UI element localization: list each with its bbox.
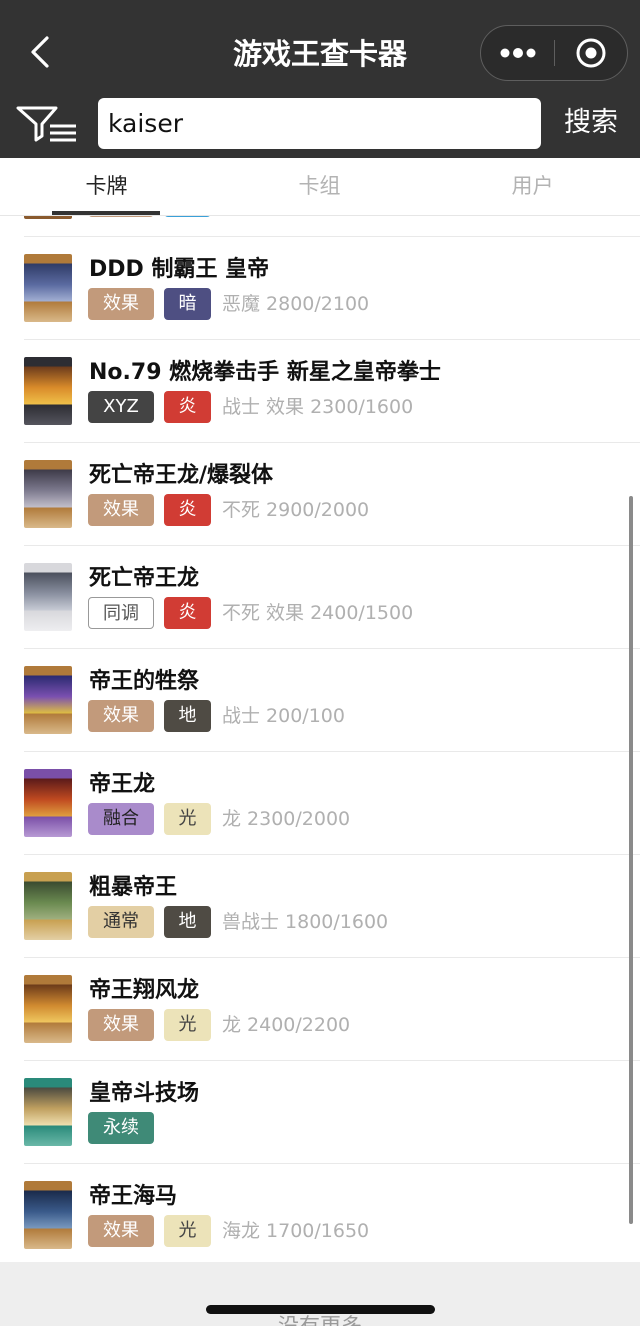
search-input[interactable]	[98, 98, 541, 149]
home-indicator[interactable]	[206, 1305, 435, 1314]
card-thumbnail	[24, 563, 72, 631]
list-item[interactable]: 帝王的牲祭 效果 地 战士 200/100	[0, 649, 640, 752]
card-info: 恶魔 2800/2100	[222, 293, 370, 315]
more-button[interactable]	[481, 26, 555, 79]
list-item[interactable]	[0, 216, 640, 237]
card-info: 不死 2900/2000	[222, 499, 370, 521]
card-attribute-tag: 炎	[164, 494, 211, 526]
card-attribute-tag: 暗	[164, 288, 211, 320]
card-type-tag: 融合	[88, 803, 154, 835]
list-item[interactable]: 帝王龙 融合 光 龙 2300/2000	[0, 752, 640, 855]
card-thumbnail	[24, 357, 72, 425]
card-thumbnail	[24, 872, 72, 940]
card-attribute-tag: 光	[164, 1215, 211, 1247]
list-footer: 没有更多	[0, 1262, 640, 1326]
card-info: 战士 效果 2300/1600	[222, 396, 414, 418]
card-name: 帝王的牲祭	[89, 669, 200, 694]
card-attribute-tag: 地	[164, 906, 211, 938]
card-type-tag: 效果	[88, 494, 154, 526]
mini-program-capsule	[480, 25, 628, 81]
card-info: 龙 2400/2200	[222, 1014, 351, 1036]
card-thumbnail	[24, 975, 72, 1043]
card-name: 死亡帝王龙	[89, 566, 200, 591]
card-type-tag: 效果	[88, 1215, 154, 1247]
card-type-tag: 永续	[88, 1112, 154, 1144]
tab-decks[interactable]: 卡组	[213, 158, 426, 215]
card-type-tag: XYZ	[88, 391, 154, 423]
card-type-tag: 效果	[88, 288, 154, 320]
card-type-tag: 通常	[88, 906, 154, 938]
card-info: 龙 2300/2000	[222, 808, 351, 830]
list-item[interactable]: 帝王翔风龙 效果 光 龙 2400/2200	[0, 958, 640, 1061]
search-button[interactable]: 搜索	[556, 100, 626, 146]
card-list[interactable]: DDD 制霸王 皇帝 效果 暗 恶魔 2800/2100 No.79 燃烧拳击手…	[0, 216, 640, 1260]
tab-users[interactable]: 用户	[426, 158, 639, 215]
list-item[interactable]: 粗暴帝王 通常 地 兽战士 1800/1600	[0, 855, 640, 958]
card-thumbnail	[24, 769, 72, 837]
card-type-tag: 效果	[88, 700, 154, 732]
card-name: DDD 制霸王 皇帝	[89, 257, 270, 282]
filter-icon	[16, 106, 76, 142]
top-bar: 游戏王查卡器 搜索	[0, 0, 640, 158]
card-type-tag	[88, 216, 154, 217]
card-name: 帝王龙	[89, 772, 156, 797]
tab-bar: 卡牌 卡组 用户	[0, 158, 640, 216]
card-info: 不死 效果 2400/1500	[222, 602, 414, 624]
card-name: 粗暴帝王	[89, 875, 178, 900]
scrollbar[interactable]	[629, 496, 633, 1224]
close-button[interactable]	[555, 26, 627, 79]
card-type-tag: 效果	[88, 1009, 154, 1041]
tab-cards[interactable]: 卡牌	[0, 158, 213, 215]
active-tab-indicator	[52, 211, 160, 215]
card-info: 战士 200/100	[222, 705, 345, 727]
target-circle-icon	[576, 38, 606, 67]
list-item[interactable]: 死亡帝王龙 同调 炎 不死 效果 2400/1500	[0, 546, 640, 649]
card-attribute-tag: 炎	[164, 391, 211, 423]
filter-button[interactable]	[16, 104, 80, 144]
card-thumbnail	[24, 216, 72, 219]
list-item[interactable]: DDD 制霸王 皇帝 效果 暗 恶魔 2800/2100	[0, 237, 640, 340]
card-name: 死亡帝王龙/爆裂体	[89, 463, 274, 488]
card-thumbnail	[24, 254, 72, 322]
card-attribute-tag: 光	[164, 803, 211, 835]
card-thumbnail	[24, 1078, 72, 1146]
list-item[interactable]: 死亡帝王龙/爆裂体 效果 炎 不死 2900/2000	[0, 443, 640, 546]
card-info: 海龙 1700/1650	[222, 1220, 370, 1242]
card-attribute-tag: 炎	[164, 597, 211, 629]
card-name: No.79 燃烧拳击手 新星之皇帝拳士	[89, 360, 441, 385]
search-box	[98, 98, 541, 149]
list-item[interactable]: 皇帝斗技场 永续	[0, 1061, 640, 1164]
card-attribute-tag	[164, 216, 211, 217]
card-name: 帝王海马	[89, 1184, 178, 1209]
card-name: 皇帝斗技场	[89, 1081, 200, 1106]
card-thumbnail	[24, 666, 72, 734]
more-dots-icon	[500, 47, 536, 58]
card-attribute-tag: 地	[164, 700, 211, 732]
card-attribute-tag: 光	[164, 1009, 211, 1041]
card-name: 帝王翔风龙	[89, 978, 200, 1003]
card-thumbnail	[24, 1181, 72, 1249]
list-item[interactable]: 帝王海马 效果 光 海龙 1700/1650	[0, 1164, 640, 1260]
card-type-tag: 同调	[88, 597, 154, 629]
card-thumbnail	[24, 460, 72, 528]
card-info: 兽战士 1800/1600	[222, 911, 389, 933]
list-item[interactable]: No.79 燃烧拳击手 新星之皇帝拳士 XYZ 炎 战士 效果 2300/160…	[0, 340, 640, 443]
